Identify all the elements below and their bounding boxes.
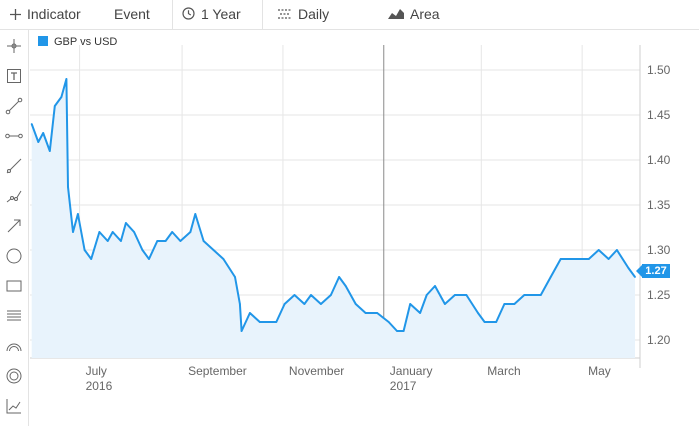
data-point: [419, 312, 421, 314]
data-point: [549, 276, 552, 278]
data-point: [344, 285, 347, 287]
data-point: [483, 321, 486, 323]
data-point: [268, 321, 271, 323]
data-point: [189, 231, 192, 233]
price-chart[interactable]: 1.20 1.25 1.30 1.35 1.40 1.45 1.50 July2016 Sept…: [0, 0, 699, 426]
data-point: [164, 240, 167, 242]
data-point: [67, 186, 69, 188]
data-point: [283, 303, 286, 305]
data-point: [106, 240, 109, 242]
data-point: [597, 249, 600, 251]
data-point: [607, 258, 610, 260]
data-point: [293, 294, 296, 296]
data-point: [616, 249, 618, 251]
data-point: [98, 231, 101, 233]
data-point: [425, 294, 428, 296]
y-tick-label: 1.25: [647, 288, 671, 302]
data-point: [133, 231, 136, 233]
data-point: [212, 249, 215, 251]
data-point: [77, 213, 79, 215]
y-tick-label: 1.40: [647, 153, 671, 167]
data-point: [72, 231, 74, 233]
data-point: [330, 294, 332, 296]
y-tick-label: 1.50: [647, 63, 671, 77]
y-tick-label: 1.20: [647, 333, 671, 347]
data-point: [495, 321, 498, 323]
chart-legend: GBP vs USD: [38, 35, 117, 49]
data-point: [303, 303, 306, 305]
legend-swatch: [38, 36, 48, 46]
data-point: [402, 330, 405, 332]
data-point: [65, 78, 68, 80]
data-point: [234, 276, 236, 278]
data-point: [194, 213, 197, 215]
x-tick-sublabel: 2016: [86, 379, 113, 393]
data-point: [239, 303, 241, 305]
data-point: [354, 303, 357, 305]
data-point: [258, 321, 261, 323]
data-point: [148, 258, 150, 260]
y-tick-label: 1.45: [647, 108, 671, 122]
x-tick-label: July: [86, 364, 107, 378]
data-point: [465, 294, 468, 296]
data-point: [454, 294, 456, 296]
x-tick-label: May: [588, 364, 611, 378]
data-point: [90, 258, 93, 260]
series-area: [31, 79, 635, 358]
data-point: [444, 303, 446, 305]
data-point: [513, 303, 516, 305]
data-point: [240, 330, 243, 332]
legend-label: GBP vs USD: [54, 36, 118, 48]
data-point: [387, 321, 390, 323]
data-point: [222, 258, 225, 260]
data-point: [141, 249, 144, 251]
x-tick-label: November: [289, 364, 344, 378]
y-tick-label: 1.35: [647, 198, 671, 212]
data-point: [523, 294, 526, 296]
x-tick-sublabel: 2017: [390, 379, 417, 393]
data-point: [320, 303, 322, 305]
data-point: [576, 258, 579, 260]
data-point: [156, 240, 159, 242]
data-point: [434, 285, 436, 287]
data-point: [30, 123, 33, 125]
data-point: [338, 276, 340, 278]
x-tick-label: January: [390, 364, 433, 378]
data-point: [627, 267, 630, 269]
data-point: [364, 312, 367, 314]
data-point: [111, 231, 114, 233]
last-value-label: 1.27: [642, 264, 670, 278]
data-point: [477, 312, 479, 314]
data-point: [539, 294, 542, 296]
data-point: [249, 312, 251, 314]
data-point: [83, 249, 86, 251]
data-point: [396, 330, 398, 332]
data-point: [310, 294, 312, 296]
y-tick-label: 1.30: [647, 243, 671, 257]
data-point: [53, 105, 56, 107]
data-point: [275, 321, 278, 323]
data-point: [376, 312, 379, 314]
data-point: [60, 96, 63, 98]
data-point: [530, 294, 532, 296]
x-tick-label: September: [188, 364, 247, 378]
data-point: [171, 231, 174, 233]
data-point: [37, 141, 40, 143]
data-point: [179, 240, 182, 242]
data-point: [559, 258, 562, 260]
data-point: [42, 132, 45, 134]
data-point: [409, 303, 412, 305]
data-point: [587, 258, 590, 260]
data-point: [120, 240, 122, 242]
data-point: [569, 258, 572, 260]
data-point: [48, 150, 51, 152]
data-point: [202, 240, 205, 242]
data-point: [503, 303, 506, 305]
data-point: [125, 222, 127, 224]
x-tick-label: March: [487, 364, 520, 378]
